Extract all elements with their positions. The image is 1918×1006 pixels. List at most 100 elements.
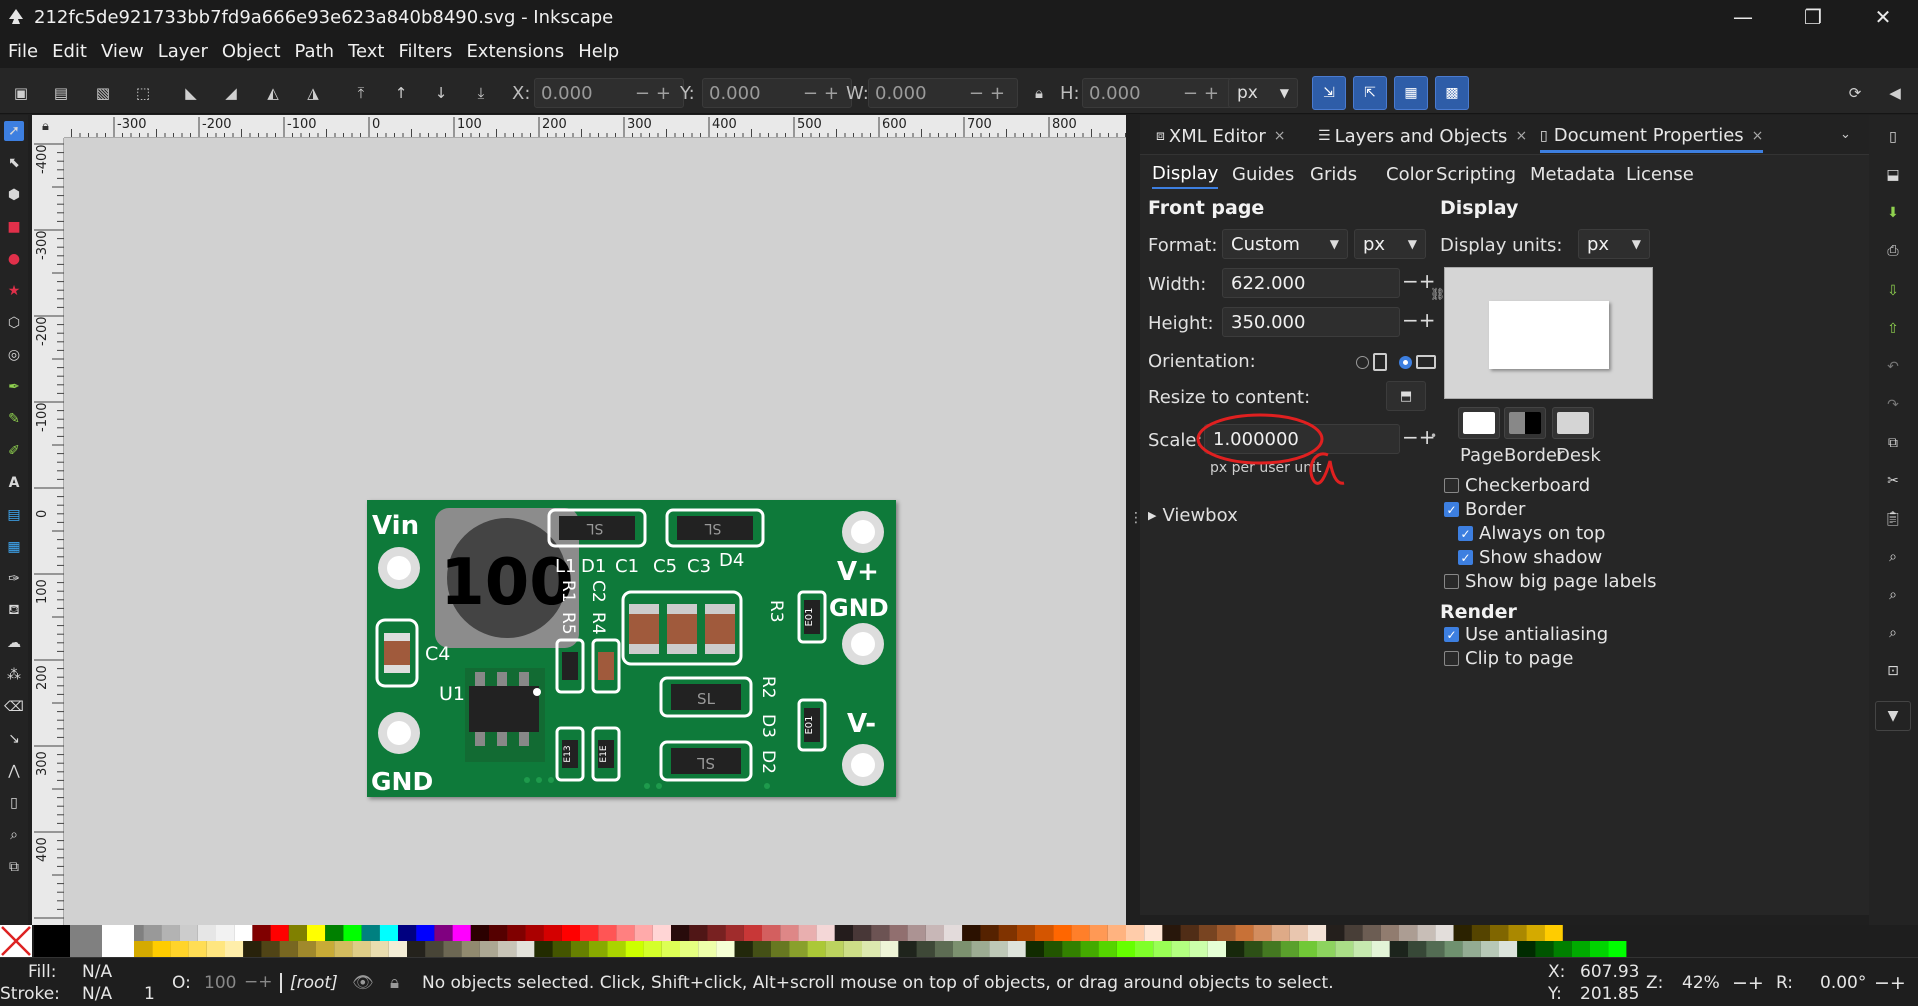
palette-swatch[interactable] <box>252 925 271 941</box>
palette-swatch[interactable] <box>780 925 799 941</box>
vertical-ruler[interactable]: -400 -300 -200 -100 0 100 200 300 400 <box>32 57 64 996</box>
palette-swatch[interactable] <box>762 925 781 941</box>
lower-icon[interactable]: ↓ <box>430 82 452 104</box>
subtab-guides[interactable]: Guides <box>1232 159 1294 189</box>
palette-swatch[interactable] <box>1462 941 1481 957</box>
palette-swatch[interactable] <box>1335 941 1354 957</box>
palette-swatch[interactable] <box>1144 925 1163 941</box>
copy-icon[interactable]: ⧉ <box>1883 433 1903 453</box>
palette-swatch[interactable] <box>425 941 444 957</box>
close-window-button[interactable]: ✕ <box>1848 0 1918 34</box>
page-color-button[interactable] <box>1458 407 1500 439</box>
deselect-icon[interactable]: ⬚ <box>132 82 154 104</box>
palette-swatch[interactable] <box>1253 925 1272 941</box>
palette-swatch[interactable] <box>1371 941 1390 957</box>
palette-swatch[interactable] <box>889 925 908 941</box>
palette-swatch[interactable] <box>1207 941 1226 957</box>
palette-swatch[interactable] <box>470 925 489 941</box>
palette-swatch[interactable] <box>1171 941 1190 957</box>
palette-swatch[interactable] <box>1126 925 1145 941</box>
current-layer[interactable]: [root] <box>280 973 338 993</box>
palette-swatch[interactable] <box>1453 925 1472 941</box>
palette-swatch[interactable] <box>134 941 153 957</box>
palette-swatch[interactable] <box>771 941 790 957</box>
menu-file[interactable]: File <box>0 41 45 62</box>
palette-swatch[interactable] <box>507 925 526 941</box>
redo-icon[interactable]: ↷ <box>1883 395 1903 415</box>
tab-xml-editor[interactable]: ⧈ XML Editor × <box>1156 121 1286 151</box>
panel-divider[interactable]: ⋮ <box>1126 115 1143 925</box>
maximize-button[interactable]: ❐ <box>1778 0 1848 34</box>
palette-swatch[interactable] <box>816 925 835 941</box>
dropper-tool-icon[interactable]: ✑ <box>4 569 24 589</box>
horizontal-ruler[interactable]: -300 -200 -100 0 100 200 300 400 500 600 700 800 <box>64 115 1126 138</box>
always-on-top-checkbox[interactable]: ✓ Always on top <box>1458 523 1605 544</box>
palette-swatch[interactable] <box>580 925 599 941</box>
palette-swatch[interactable] <box>1517 941 1536 957</box>
border-checkbox[interactable]: ✓ Border <box>1444 499 1525 520</box>
resize-to-content-button[interactable]: ⬒ <box>1386 381 1426 411</box>
palette-swatch[interactable] <box>1271 925 1290 941</box>
palette-swatch[interactable] <box>297 941 316 957</box>
palette-swatch[interactable] <box>734 941 753 957</box>
palette-swatch[interactable] <box>1389 941 1408 957</box>
move-patterns-button[interactable]: ▩ <box>1435 76 1469 110</box>
zoom-page-icon[interactable]: ⌕ <box>1883 623 1903 643</box>
palette-swatch[interactable] <box>643 941 662 957</box>
palette-swatch[interactable] <box>1153 941 1172 957</box>
format-unit-select[interactable]: px ▼ <box>1354 229 1426 259</box>
palette-swatch[interactable] <box>343 925 362 941</box>
palette-swatch[interactable] <box>398 925 417 941</box>
palette-swatch[interactable] <box>1244 941 1263 957</box>
palette-swatch[interactable] <box>1189 941 1208 957</box>
menu-path[interactable]: Path <box>288 41 342 62</box>
tab-document-properties[interactable]: ▯ Document Properties × <box>1540 121 1764 153</box>
palette-swatch[interactable] <box>1408 941 1427 957</box>
palette-swatch[interactable] <box>1062 941 1081 957</box>
palette-swatch[interactable] <box>407 941 426 957</box>
lock-ratio-icon[interactable]: 🔒︎ <box>1028 82 1050 104</box>
opacity-input[interactable]: 100 <box>204 973 236 993</box>
palette-swatch[interactable] <box>1490 925 1509 941</box>
rectangle-tool-icon[interactable]: ■ <box>4 217 24 237</box>
x-input[interactable]: 0.000 −+ <box>534 78 684 108</box>
desk-color-button[interactable] <box>1552 407 1594 439</box>
palette-swatch[interactable] <box>234 925 253 941</box>
palette-swatch[interactable] <box>143 925 162 941</box>
gradient-tool-icon[interactable]: ▤ <box>4 505 24 525</box>
palette-swatch[interactable] <box>916 941 935 957</box>
viewbox-expander[interactable]: ▶ Viewbox <box>1148 505 1238 526</box>
subtab-scripting[interactable]: Scripting <box>1436 159 1516 189</box>
palette-swatch[interactable] <box>944 925 963 941</box>
paint-bucket-tool-icon[interactable]: ⛾ <box>4 601 24 621</box>
palette-swatch[interactable] <box>1480 941 1499 957</box>
palette-swatch[interactable] <box>862 941 881 957</box>
palette-swatch[interactable] <box>261 941 280 957</box>
palette-swatch[interactable] <box>707 925 726 941</box>
palette-swatch[interactable] <box>1025 941 1044 957</box>
palette-swatch[interactable] <box>1098 941 1117 957</box>
palette-swatch[interactable] <box>998 925 1017 941</box>
chevron-down-icon[interactable]: ⌄ <box>1840 127 1851 142</box>
subtab-display[interactable]: Display <box>1152 159 1219 189</box>
import-icon[interactable]: ⇩ <box>1883 281 1903 301</box>
palette-swatch[interactable] <box>625 941 644 957</box>
palette-swatch[interactable] <box>1235 925 1254 941</box>
palette-swatch[interactable] <box>680 941 699 957</box>
palette-swatch[interactable] <box>216 925 235 941</box>
palette-swatch[interactable] <box>898 941 917 957</box>
palette-swatch[interactable] <box>871 925 890 941</box>
menu-edit[interactable]: Edit <box>45 41 94 62</box>
palette-swatch[interactable] <box>752 941 771 957</box>
palette-swatch[interactable] <box>543 925 562 941</box>
palette-swatch[interactable] <box>1435 925 1454 941</box>
palette-swatch[interactable] <box>989 941 1008 957</box>
tab-layers-objects[interactable]: ☰ Layers and Objects × <box>1318 121 1527 151</box>
palette-swatch[interactable] <box>188 941 207 957</box>
raise-to-top-icon[interactable]: ⤒ <box>350 82 372 104</box>
palette-swatch[interactable] <box>980 925 999 941</box>
clip-to-page-checkbox[interactable]: Clip to page <box>1444 648 1573 669</box>
zoom-input[interactable]: 42% <box>1682 973 1720 993</box>
palette-swatch[interactable] <box>1080 941 1099 957</box>
palette-swatch[interactable] <box>725 925 744 941</box>
